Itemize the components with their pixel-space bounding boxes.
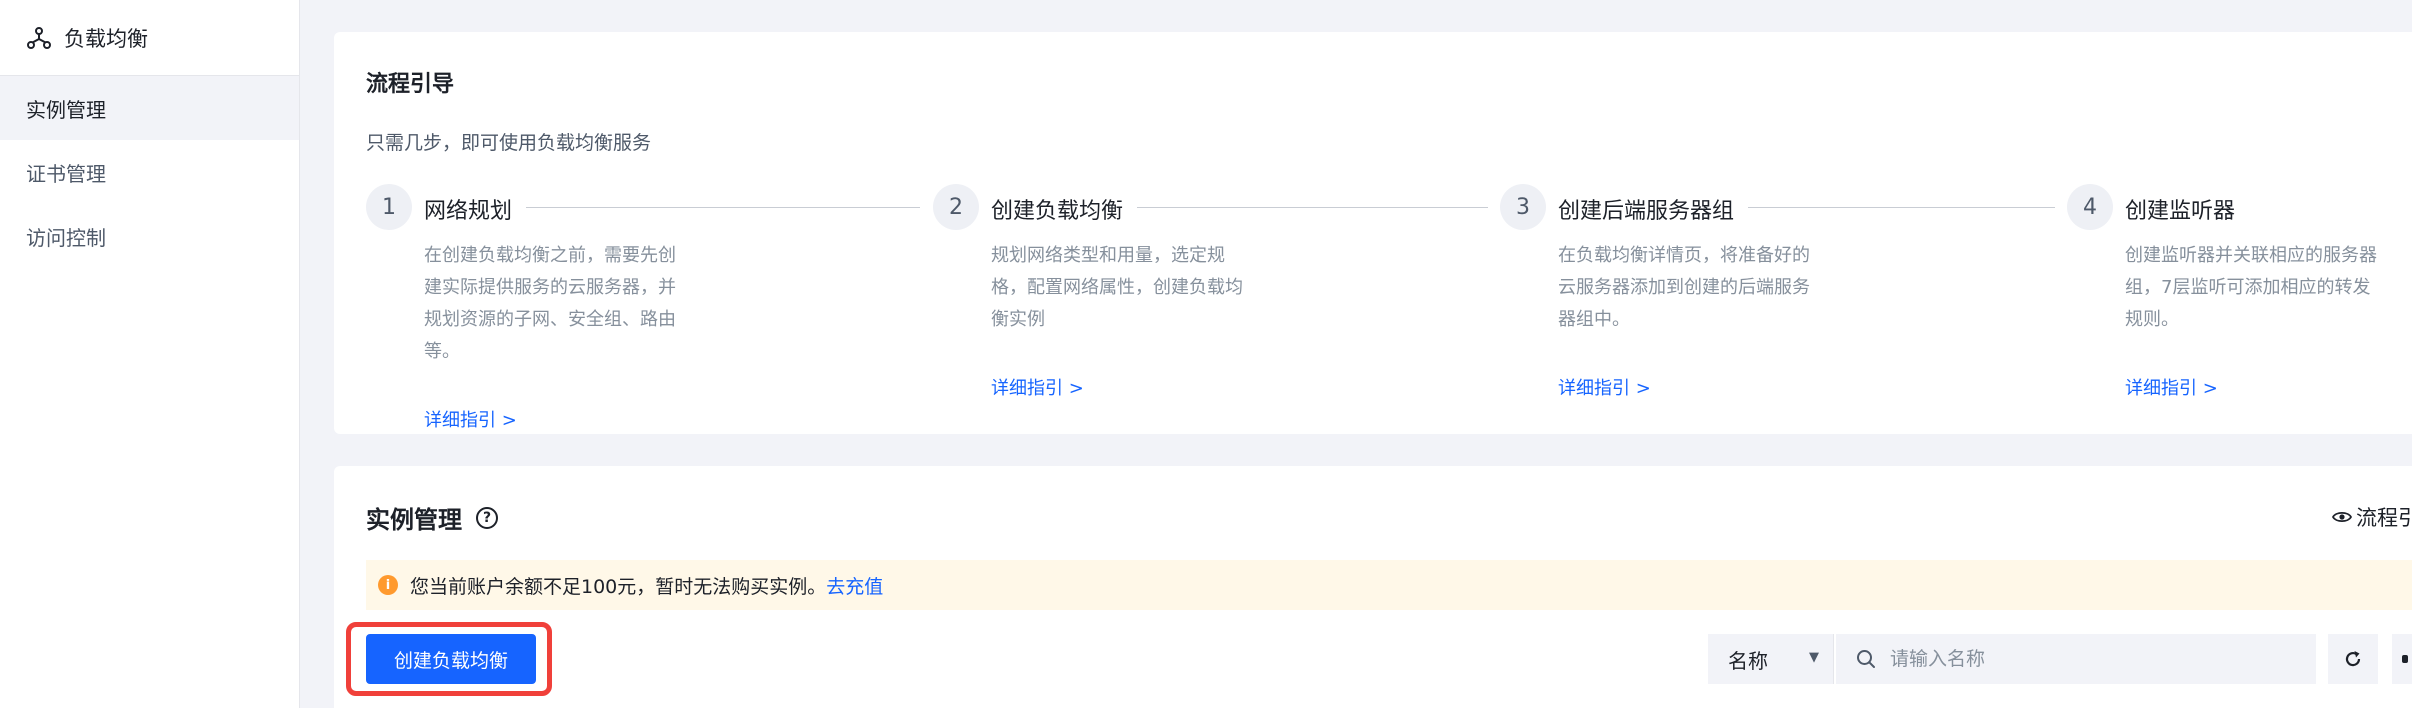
caret-down-icon: ▼ — [1809, 650, 1819, 665]
step-description: 规划网络类型和用量，选定规格，配置网络属性，创建负载均衡实例 — [991, 245, 1243, 330]
step-connector — [526, 207, 920, 208]
step-detail-link[interactable]: 详细指引 > — [1558, 374, 1651, 400]
refresh-icon — [2345, 651, 2361, 667]
step-number: 3 — [1500, 184, 1546, 230]
info-warning-icon: i — [378, 575, 398, 595]
step-number: 1 — [366, 184, 412, 230]
sidebar-title: 负载均衡 — [64, 26, 148, 51]
search-box[interactable] — [1836, 634, 2316, 684]
search-input[interactable] — [1890, 648, 2290, 670]
settings-button[interactable] — [2392, 634, 2412, 684]
step-connector — [1748, 207, 2055, 208]
step-title: 网络规划 — [424, 199, 513, 224]
search-icon — [1857, 650, 1875, 668]
step-description: 在创建负载均衡之前，需要先创建实际提供服务的云服务器，并规划资源的子网、安全组、… — [424, 245, 676, 362]
sidebar: 负载均衡 实例管理 证书管理 访问控制 — [0, 0, 300, 708]
step-detail-link[interactable]: 详细指引 > — [991, 374, 1084, 400]
step-detail-link[interactable]: 详细指引 > — [2125, 374, 2218, 400]
guide-subtitle: 只需几步，即可使用负载均衡服务 — [366, 132, 652, 154]
page-title: 实例管理 — [366, 506, 462, 534]
create-load-balancer-button[interactable]: 创建负载均衡 — [366, 634, 536, 684]
step-number: 4 — [2067, 184, 2113, 230]
step-description: 在负载均衡详情页，将准备好的云服务器添加到创建的后端服务器组中。 — [1558, 245, 1810, 330]
sidebar-item-instances[interactable]: 实例管理 — [0, 76, 299, 140]
notice-text: 您当前账户余额不足100元，暂时无法购买实例。 — [410, 575, 827, 598]
refresh-button[interactable] — [2328, 634, 2378, 684]
guide-toggle-label: 流程引 — [2356, 506, 2412, 530]
filter-field-select[interactable]: 名称 ▼ — [1708, 634, 1834, 684]
help-icon[interactable]: ? — [476, 506, 498, 529]
step-title: 创建后端服务器组 — [1558, 199, 1735, 224]
step-description: 创建监听器并关联相应的服务器组，7层监听可添加相应的转发规则。 — [2125, 245, 2377, 330]
sidebar-header: 负载均衡 — [0, 0, 299, 76]
step-detail-link[interactable]: 详细指引 > — [424, 406, 517, 432]
gear-icon — [2402, 655, 2408, 663]
balance-notice: i 您当前账户余额不足100元，暂时无法购买实例。 去充值 — [366, 560, 2412, 610]
guide-title: 流程引导 — [366, 72, 455, 97]
step-title: 创建监听器 — [2125, 199, 2236, 224]
guide-toggle-button[interactable]: 流程引 — [2332, 502, 2412, 532]
process-guide-card: 流程引导 只需几步，即可使用负载均衡服务 1 网络规划 在创建负载均衡之前，需要… — [334, 32, 2412, 434]
sidebar-item-access-control[interactable]: 访问控制 — [0, 204, 299, 268]
eye-icon — [2332, 511, 2352, 523]
recharge-link[interactable]: 去充值 — [826, 572, 883, 599]
instances-title-row: 实例管理 ? — [366, 500, 498, 535]
step-number: 2 — [933, 184, 979, 230]
step-connector — [1137, 207, 1488, 208]
load-balancer-icon — [27, 26, 51, 49]
filter-field-value: 名称 — [1728, 648, 1768, 673]
step-title: 创建负载均衡 — [991, 199, 1124, 224]
sidebar-item-certificates[interactable]: 证书管理 — [0, 140, 299, 204]
